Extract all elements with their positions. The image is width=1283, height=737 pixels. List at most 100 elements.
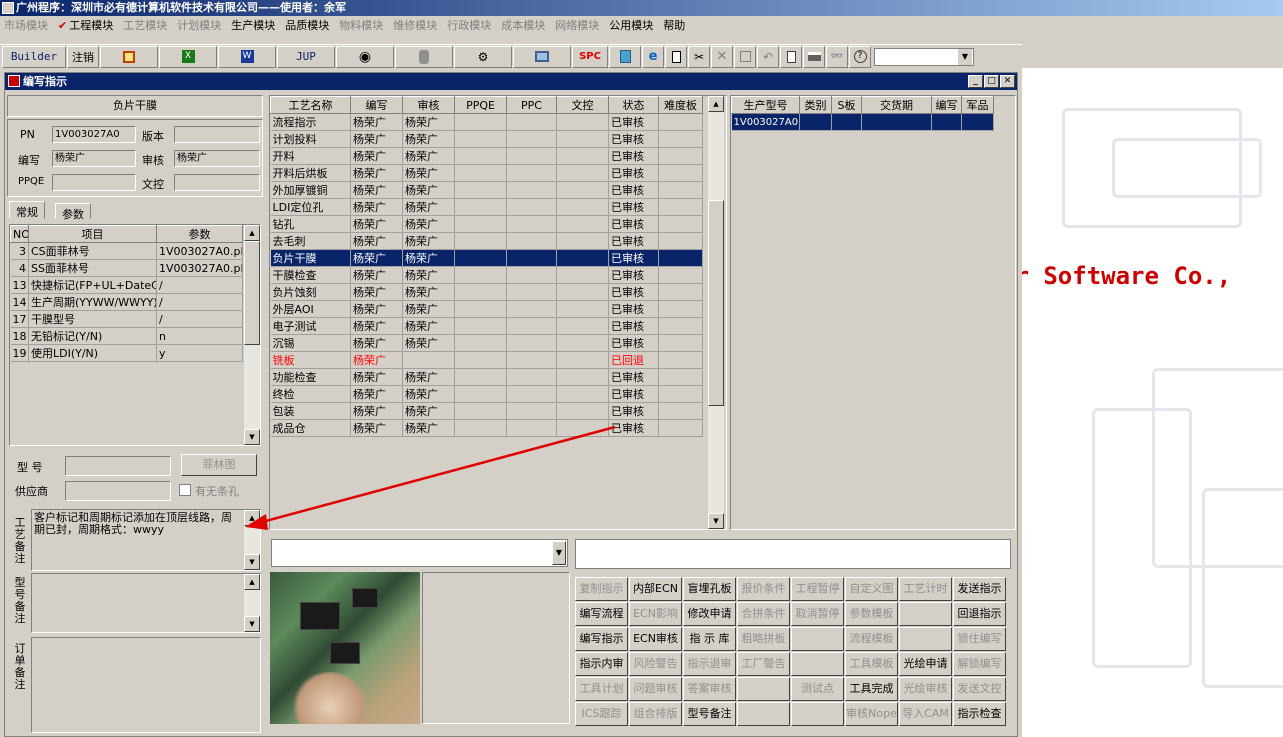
computer-icon[interactable] (513, 45, 571, 68)
column-header[interactable]: 难度板 (658, 96, 703, 114)
action-button[interactable]: 编写流程 (575, 602, 628, 626)
table-row[interactable]: 去毛刺 杨荣广 杨荣广 已审核 (270, 232, 703, 250)
table-row[interactable]: 13 快捷标记(FP+UL+DateC / (10, 276, 243, 294)
action-button[interactable]: 自定义图 (845, 577, 898, 601)
menu-item[interactable]: 工程模块 (69, 17, 113, 33)
action-button[interactable] (737, 677, 790, 701)
action-button[interactable]: 工艺计时 (899, 577, 952, 601)
action-button[interactable]: 报价条件 (737, 577, 790, 601)
column-header[interactable]: 编写 (350, 96, 403, 114)
save-icon[interactable] (734, 45, 756, 68)
scroll-down-arrow[interactable]: ▼ (244, 429, 260, 445)
params-scrollbar[interactable]: ▲ ▼ (244, 225, 260, 445)
nohole-checkbox[interactable] (179, 484, 191, 496)
action-button[interactable] (791, 652, 844, 676)
scroll-up-arrow[interactable]: ▲ (244, 225, 260, 241)
action-button[interactable]: 审核Nope (845, 702, 898, 726)
menu-item[interactable]: 公用模块 (609, 17, 653, 33)
table-row[interactable]: 功能检查 杨荣广 杨荣广 已审核 (270, 368, 703, 386)
table-row[interactable]: 成品仓 杨荣广 杨荣广 已审核 (270, 419, 703, 437)
action-button[interactable]: 工具计划 (575, 677, 628, 701)
table-row[interactable]: 负片蚀刻 杨荣广 杨荣广 已审核 (270, 283, 703, 301)
action-button[interactable]: 流程模板 (845, 627, 898, 651)
model-field[interactable] (65, 456, 171, 476)
menu-item[interactable]: 工艺模块 (123, 17, 167, 33)
table-row[interactable]: 包装 杨荣广 杨荣广 已审核 (270, 402, 703, 420)
action-button[interactable]: 内部ECN (629, 577, 682, 601)
column-header[interactable]: 军品 (961, 96, 994, 114)
action-button[interactable]: 指示检查 (953, 702, 1006, 726)
model-note-textarea[interactable]: ▲ ▼ (31, 573, 261, 633)
action-button[interactable]: 盲埋孔板 (683, 577, 736, 601)
column-header[interactable]: 参数 (156, 225, 243, 243)
action-button[interactable] (899, 602, 952, 626)
table-row[interactable]: 4 SS面菲林号 1V003027A0.plr (10, 259, 243, 277)
action-button[interactable] (899, 627, 952, 651)
minimize-button[interactable]: _ (968, 75, 983, 88)
action-button[interactable]: ECN影响 (629, 602, 682, 626)
action-button[interactable]: ICS跟踪 (575, 702, 628, 726)
action-button[interactable] (737, 702, 790, 726)
scroll-down-arrow[interactable]: ▼ (708, 513, 724, 529)
process-note-scrollbar[interactable]: ▲ ▼ (244, 510, 260, 570)
action-button[interactable]: 测试点 (791, 677, 844, 701)
doc-control-field[interactable] (174, 174, 260, 191)
action-button[interactable] (791, 627, 844, 651)
action-button[interactable]: ECN审核 (629, 627, 682, 651)
table-row[interactable]: 开料 杨荣广 杨荣广 已审核 (270, 147, 703, 165)
report-icon[interactable] (100, 45, 158, 68)
table-row[interactable]: 钻孔 杨荣广 杨荣广 已审核 (270, 215, 703, 233)
action-button[interactable]: 发送指示 (953, 577, 1006, 601)
find-icon[interactable]: 👓 (826, 45, 848, 68)
ppqe-field[interactable] (52, 174, 136, 191)
table-row[interactable]: LDI定位孔 杨荣广 杨荣广 已审核 (270, 198, 703, 216)
action-button[interactable]: 复制指示 (575, 577, 628, 601)
writer-field[interactable]: 杨荣广 (52, 150, 136, 167)
action-button[interactable]: 导入CAM (899, 702, 952, 726)
table-row[interactable]: 电子测试 杨荣广 杨荣广 已审核 (270, 317, 703, 335)
help-icon[interactable]: ? (849, 45, 871, 68)
eye-icon[interactable]: ◉ (336, 45, 394, 68)
action-button[interactable]: 粗略拼板 (737, 627, 790, 651)
table-row[interactable]: 19 使用LDI(Y/N) y (10, 344, 243, 362)
table-row[interactable]: 3 CS面菲林号 1V003027A0.plr (10, 242, 243, 260)
logout-button[interactable]: 注销 (67, 45, 99, 68)
excel-icon[interactable]: X (159, 45, 217, 68)
action-button[interactable]: 光绘申请 (899, 652, 952, 676)
reviewer-field[interactable]: 杨荣广 (174, 150, 260, 167)
action-button[interactable]: 光绘审核 (899, 677, 952, 701)
menu-item[interactable]: 帮助 (663, 17, 685, 33)
action-button[interactable]: 指 示 库 (683, 627, 736, 651)
undo-icon[interactable]: ↶ (757, 45, 779, 68)
process-combo[interactable]: ▼ (271, 539, 568, 567)
column-header[interactable]: NO (10, 225, 29, 243)
delete-icon[interactable]: ✕ (711, 45, 733, 68)
action-button[interactable]: 工程暂停 (791, 577, 844, 601)
calculator-icon[interactable] (609, 45, 641, 68)
table-row[interactable]: 开料后烘板 杨荣广 杨荣广 已审核 (270, 164, 703, 182)
action-button[interactable]: 答案审核 (683, 677, 736, 701)
process-note-textarea[interactable]: 客户标记和周期标记添加在顶层线路，周期已封，周期格式：wwyy ▲ ▼ (31, 509, 261, 571)
table-row[interactable]: 18 无铅标记(Y/N) n (10, 327, 243, 345)
table-row[interactable]: 1V003027A0 (731, 113, 994, 131)
new-file-icon[interactable] (665, 45, 687, 68)
jup-button[interactable]: JUP (277, 45, 335, 68)
close-button[interactable]: ✕ (1000, 75, 1015, 88)
cut-icon[interactable]: ✂ (688, 45, 710, 68)
action-button[interactable] (791, 702, 844, 726)
menu-item[interactable]: 物料模块 (339, 17, 383, 33)
action-button[interactable]: 修改申请 (683, 602, 736, 626)
process-scrollbar[interactable]: ▲ ▼ (708, 96, 724, 529)
scroll-up-arrow[interactable]: ▲ (708, 96, 724, 112)
table-row[interactable]: 17 干膜型号 / (10, 310, 243, 328)
action-button[interactable]: 指示内审 (575, 652, 628, 676)
action-button[interactable]: 风险警告 (629, 652, 682, 676)
column-header[interactable]: 类别 (799, 96, 832, 114)
action-button[interactable]: 工具模板 (845, 652, 898, 676)
action-button[interactable]: 组合排版 (629, 702, 682, 726)
table-row[interactable]: 铣板 杨荣广 已回退 (270, 351, 703, 369)
menu-item[interactable]: 成本模块 (501, 17, 545, 33)
table-row[interactable]: 沉锡 杨荣广 杨荣广 已审核 (270, 334, 703, 352)
menu-item[interactable]: 品质模块 (285, 17, 329, 33)
column-header[interactable]: 项目 (28, 225, 157, 243)
